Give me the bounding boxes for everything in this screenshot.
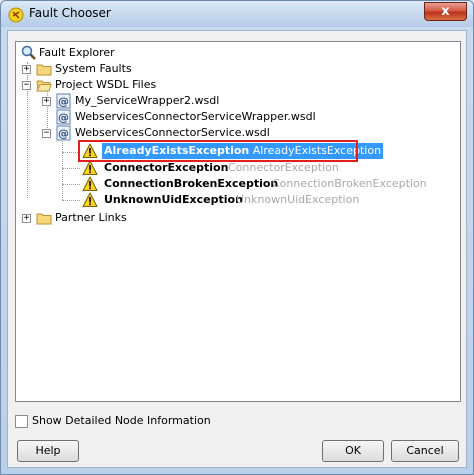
svg-text:@: @	[58, 127, 69, 140]
fault-type: ConnectorException	[228, 161, 339, 174]
wsdl-icon: @	[56, 125, 71, 141]
tree-item-label: Project WSDL Files	[55, 78, 157, 91]
tree-item-label: WebservicesConnectorServiceWrapper.wsdl	[75, 110, 316, 123]
tree-item-label: System Faults	[55, 62, 132, 75]
help-button-label: Help	[35, 444, 61, 457]
tree-item-label: Partner Links	[55, 211, 127, 224]
ok-button-label: OK	[345, 444, 361, 457]
app-icon	[8, 7, 24, 23]
fault-type: ConnectionBrokenException	[272, 177, 427, 190]
open-folder-icon	[36, 80, 52, 92]
svg-text:@: @	[58, 111, 69, 124]
folder-icon	[36, 64, 52, 76]
expand-icon[interactable]: +	[22, 65, 31, 74]
fault-name: ConnectorException	[104, 161, 229, 174]
title-bar[interactable]: Fault Chooser x	[1, 1, 473, 27]
svg-text:@: @	[58, 95, 69, 108]
tree-item-label: WebservicesConnectorService.wsdl	[75, 126, 270, 139]
show-detailed-checkbox[interactable]	[15, 415, 28, 428]
warning-icon	[82, 160, 98, 175]
fault-type: UnknownUidException	[236, 193, 360, 206]
tree-item-label: My_ServiceWrapper2.wsdl	[75, 94, 220, 107]
help-button[interactable]: Help	[17, 440, 79, 462]
tree-line	[62, 168, 80, 169]
folder-icon	[36, 213, 52, 225]
tree-line	[62, 200, 80, 201]
expand-icon[interactable]: +	[42, 97, 51, 106]
tree-root-label: Fault Explorer	[39, 46, 115, 59]
fault-name: UnknownUidException	[104, 193, 243, 206]
dialog-body: Fault Explorer + System Faults − Project…	[7, 30, 467, 468]
close-icon: x	[441, 4, 450, 19]
wsdl-icon: @	[56, 93, 71, 109]
fault-chooser-window: Fault Chooser x Fault Explorer + System …	[0, 0, 474, 475]
tree-line	[62, 184, 80, 185]
collapse-icon[interactable]: −	[22, 81, 31, 90]
cancel-button-label: Cancel	[406, 444, 444, 457]
tree-line	[62, 138, 63, 200]
collapse-icon[interactable]: −	[42, 129, 51, 138]
wsdl-icon: @	[56, 109, 71, 125]
fault-name: ConnectionBrokenException	[104, 177, 279, 190]
selection-highlight-frame	[78, 140, 358, 162]
warning-icon	[82, 192, 98, 207]
window-title: Fault Chooser	[29, 6, 111, 20]
cancel-button[interactable]: Cancel	[391, 440, 459, 462]
show-detailed-label: Show Detailed Node Information	[32, 414, 211, 427]
magnifier-icon	[21, 45, 36, 60]
warning-icon	[82, 176, 98, 191]
expand-icon[interactable]: +	[22, 214, 31, 223]
close-button[interactable]: x	[424, 2, 467, 21]
ok-button[interactable]: OK	[322, 440, 384, 462]
fault-tree[interactable]: Fault Explorer + System Faults − Project…	[15, 41, 461, 402]
